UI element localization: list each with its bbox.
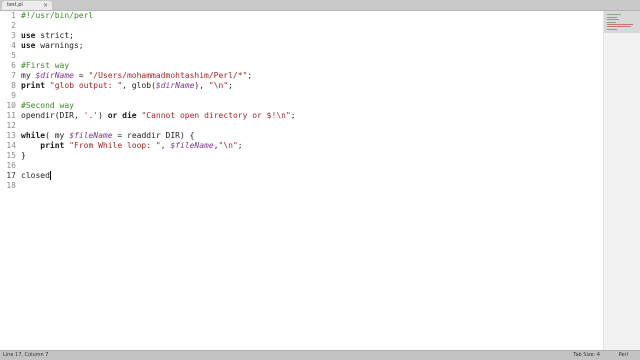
code-line[interactable]: opendir(DIR, '.') or die "Cannot open di…	[21, 111, 296, 121]
line-number: 7	[11, 71, 16, 80]
tab-size-selector[interactable]: Tab Size: 4	[573, 351, 600, 360]
code-token: "Cannot open directory or $!\n"	[141, 111, 291, 120]
minimap-line	[607, 26, 631, 27]
code-line[interactable]	[21, 91, 296, 101]
status-bar: Line 17, Column 7 Tab Size: 4 Perl	[0, 350, 640, 360]
code-token: use	[21, 41, 36, 50]
code-line[interactable]	[21, 51, 296, 61]
minimap-line	[607, 17, 617, 18]
line-number: 1	[11, 11, 16, 20]
line-number: 9	[11, 91, 16, 100]
code-token: warnings;	[35, 41, 84, 50]
line-number: 14	[6, 141, 16, 150]
code-token: ),	[194, 81, 209, 90]
code-token: $fileName	[69, 131, 113, 140]
code-token: $dirName	[35, 71, 74, 80]
code-area[interactable]: #!/usr/bin/perl use strict; use warnings; #…	[21, 11, 296, 191]
code-token: ;	[228, 81, 233, 90]
code-token: )	[98, 111, 108, 120]
minimap-line	[607, 29, 617, 30]
line-number: 10	[6, 101, 16, 110]
code-token: opendir(DIR,	[21, 111, 84, 120]
line-number-gutter: 1 2 3 4 5 6 7 8 9 10 11 12 13 14 15 16 17 18	[0, 11, 16, 191]
file-tab-label: test.pl	[7, 2, 23, 8]
code-line[interactable]: print "From While loop: ", $fileName,"\n…	[21, 141, 296, 151]
code-token: ;	[237, 141, 243, 150]
code-token: #!/usr/bin/perl	[21, 11, 94, 20]
code-line[interactable]	[21, 121, 296, 131]
code-editor[interactable]: 1 2 3 4 5 6 7 8 9 10 11 12 13 14 15 16 17 18 #!/usr/bin/p…	[0, 11, 604, 351]
line-number: 4	[11, 41, 16, 50]
code-line[interactable]: closed	[21, 171, 296, 181]
cursor-position: Line 17, Column 7	[3, 352, 49, 358]
line-number: 3	[11, 31, 16, 40]
code-token: print	[21, 141, 65, 150]
code-token: "\n"	[218, 141, 238, 150]
code-token: $dirName	[155, 81, 195, 90]
tab-bar: test.pl ×	[0, 0, 640, 11]
code-token: "/Users/mohammadmohtashim/Perl/*"	[88, 71, 248, 80]
code-token: ;	[247, 71, 253, 80]
code-token: or die	[107, 111, 137, 120]
code-line[interactable]: while( my $fileName = readdir DIR) {	[21, 131, 296, 141]
line-number: 18	[6, 181, 16, 190]
code-token: $fileName	[170, 141, 214, 150]
code-line[interactable]: }	[21, 151, 296, 161]
code-line[interactable]: use warnings;	[21, 41, 296, 51]
code-token: print	[21, 81, 46, 90]
minimap-line	[607, 14, 621, 15]
minimap[interactable]	[603, 11, 640, 351]
code-line[interactable]	[21, 21, 296, 31]
line-number: 6	[11, 61, 16, 70]
minimap-line	[607, 19, 619, 20]
code-line[interactable]	[21, 181, 296, 191]
code-token: ;	[290, 111, 296, 120]
code-token: "\n"	[208, 81, 229, 90]
line-number: 11	[6, 111, 16, 120]
code-line[interactable]: #!/usr/bin/perl	[21, 11, 296, 21]
minimap-line	[607, 22, 616, 23]
code-token: "glob output: "	[49, 81, 123, 90]
file-tab[interactable]: test.pl ×	[2, 1, 52, 10]
code-line[interactable]: #Second way	[21, 101, 296, 111]
text-cursor	[49, 171, 51, 180]
code-token: use	[21, 31, 36, 40]
line-number: 16	[6, 161, 16, 170]
line-number: 8	[11, 81, 16, 90]
code-token: strict;	[35, 31, 74, 40]
line-number: 2	[11, 21, 16, 30]
code-token: #First way	[21, 61, 70, 70]
code-token: ,	[160, 141, 171, 150]
minimap-line	[607, 24, 633, 25]
code-line[interactable]: print "glob output: ", glob($dirName), "…	[21, 81, 296, 91]
code-token: closed	[21, 171, 50, 180]
line-number: 15	[6, 151, 16, 160]
code-token: = readdir DIR) {	[112, 131, 195, 140]
code-token: while	[21, 131, 46, 140]
code-token: #Second way	[21, 101, 74, 110]
syntax-selector[interactable]: Perl	[619, 351, 628, 360]
code-token: =	[73, 71, 89, 80]
code-line[interactable]: use strict;	[21, 31, 296, 41]
close-tab-icon[interactable]: ×	[43, 1, 48, 10]
code-token: '.'	[83, 111, 99, 120]
line-number: 13	[6, 131, 16, 140]
line-number: 17	[6, 171, 16, 180]
line-number: 12	[6, 121, 16, 130]
code-token: , glob(	[122, 81, 156, 90]
code-token: ( my	[45, 131, 70, 140]
code-token: }	[21, 151, 26, 160]
code-line[interactable]: my $dirName = "/Users/mohammadmohtashim/…	[21, 71, 296, 81]
line-number: 5	[11, 51, 16, 60]
code-token: "From While loop: "	[69, 141, 161, 150]
code-line[interactable]: #First way	[21, 61, 296, 71]
code-line[interactable]	[21, 161, 296, 171]
code-token: my	[21, 71, 36, 80]
